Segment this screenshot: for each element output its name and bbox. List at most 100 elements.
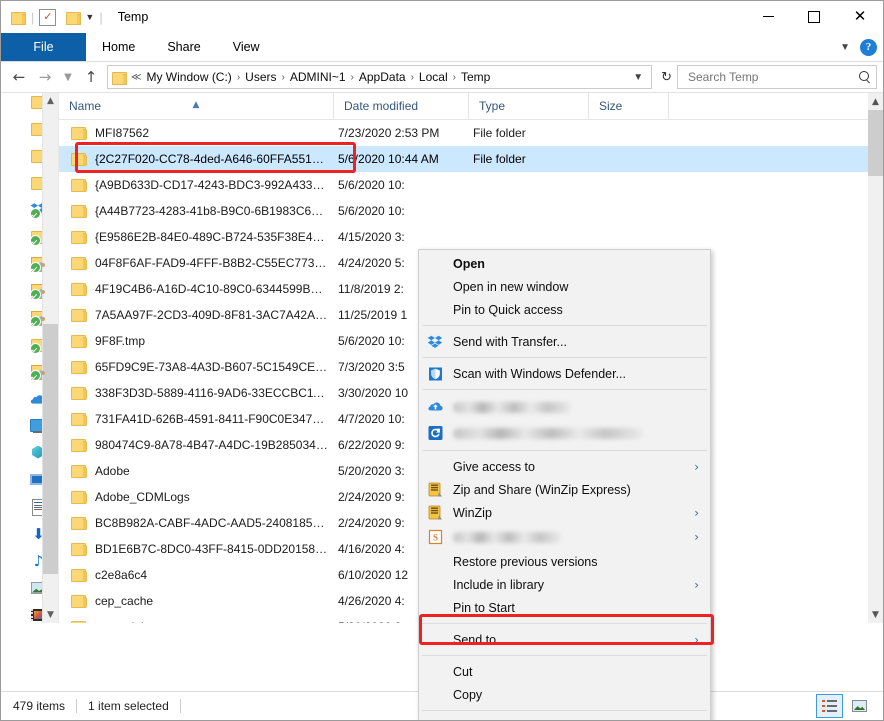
menu-item-send-with-transfer[interactable]: Send with Transfer...	[419, 330, 710, 353]
list-scroll-up-icon[interactable]: ▲	[868, 93, 883, 110]
sidebar-scroll-up-icon[interactable]: ▲	[43, 93, 58, 109]
breadcrumb-overflow-icon[interactable]: ≪	[130, 72, 142, 83]
table-row[interactable]: {E9586E2B-84E0-489C-B724-535F38E4F3D9} 4/…	[59, 224, 883, 250]
status-divider-2	[179, 699, 181, 713]
file-name: {2C27F020-CC78-4ded-A646-60FFA55188...	[95, 152, 334, 166]
refresh-button[interactable]: ↻	[658, 70, 675, 85]
menu-item-redacted-1[interactable]	[419, 394, 710, 420]
menu-item-redacted-2[interactable]	[419, 420, 710, 446]
menu-item-pin-to-quick-access[interactable]: Pin to Quick access	[419, 298, 710, 321]
search-icon[interactable]	[859, 70, 872, 84]
menu-item-winzip[interactable]: WinZip ›	[419, 501, 710, 524]
table-row[interactable]: {A44B7723-4283-41b8-B9C0-6B1983C613... 5/…	[59, 198, 883, 224]
sidebar-item-3[interactable]	[1, 169, 46, 196]
sidebar-item-1[interactable]	[1, 115, 46, 142]
column-header-date-modified[interactable]: Date modified	[334, 93, 469, 119]
sidebar-item-dropbox[interactable]: D	[1, 196, 58, 223]
sidebar-item-10[interactable]	[1, 358, 48, 385]
cloud-upload-icon	[427, 399, 444, 416]
column-header-type[interactable]: Type	[469, 93, 589, 119]
tab-view[interactable]: View	[217, 33, 276, 61]
new-folder-icon[interactable]	[66, 11, 82, 25]
column-header-name[interactable]: ▲ Name	[59, 93, 334, 119]
menu-item-include-in-library[interactable]: Include in library ›	[419, 573, 710, 596]
menu-item-label: WinZip	[453, 505, 492, 520]
column-header-size[interactable]: Size	[589, 93, 669, 119]
sidebar-scroll-thumb[interactable]	[43, 109, 58, 324]
sidebar-item-videos[interactable]	[1, 601, 46, 623]
back-button[interactable]: ←	[7, 65, 31, 89]
file-name: 731FA41D-626B-4591-8411-F90C0E3476E4	[95, 412, 334, 426]
sidebar-scroll-thumb-active[interactable]	[43, 324, 58, 574]
sidebar-item-7[interactable]	[1, 277, 48, 304]
menu-item-send-to[interactable]: Send to ›	[419, 628, 710, 651]
breadcrumb-item-1[interactable]: Users	[241, 70, 280, 84]
sidebar-item-0[interactable]	[1, 93, 46, 115]
file-name: 04F8F6AF-FAD9-4FFF-B8B2-C55EC773F018	[95, 256, 334, 270]
menu-item-give-access-to[interactable]: Give access to ›	[419, 455, 710, 478]
table-row[interactable]: {A9BD633D-CD17-4243-BDC3-992A43333... 5/6…	[59, 172, 883, 198]
sidebar-item-3d-objects[interactable]	[1, 439, 43, 466]
sidebar-item-8[interactable]	[1, 304, 48, 331]
properties-icon[interactable]: ✓	[39, 8, 57, 26]
up-button[interactable]: ↑	[79, 65, 103, 89]
context-menu[interactable]: Open Open in new window Pin to Quick acc…	[418, 249, 711, 721]
menu-item-zip-and-share[interactable]: Zip and Share (WinZip Express)	[419, 478, 710, 501]
tab-share[interactable]: Share	[151, 33, 216, 61]
details-view-button[interactable]	[816, 694, 843, 718]
maximize-button[interactable]	[791, 1, 837, 32]
table-row-selected[interactable]: {2C27F020-CC78-4ded-A646-60FFA55188... 5/…	[59, 146, 883, 172]
sidebar-item-this-pc[interactable]: T	[1, 412, 58, 439]
sidebar-scrollbar[interactable]: ▲ ▼	[42, 93, 58, 623]
menu-item-open-in-new-window[interactable]: Open in new window	[419, 275, 710, 298]
search-input[interactable]	[686, 69, 857, 85]
breadcrumb-item-5[interactable]: Temp	[457, 70, 494, 84]
menu-item-restore-previous-versions[interactable]: Restore previous versions	[419, 550, 710, 573]
sidebar-item-pictures[interactable]	[1, 574, 46, 601]
sidebar-item-5[interactable]	[1, 223, 46, 250]
breadcrumb-item-2[interactable]: ADMINI~1	[286, 70, 350, 84]
menu-item-cut[interactable]: Cut	[419, 660, 710, 683]
column-headers: ▲ Name Date modified Type Size	[59, 93, 883, 120]
customize-qat-caret-icon[interactable]: ▼	[85, 12, 94, 22]
sidebar-item-6[interactable]	[1, 250, 48, 277]
sync-check-badge-icon	[30, 261, 41, 273]
list-scroll-thumb[interactable]	[868, 110, 883, 176]
menu-item-pin-to-start[interactable]: Pin to Start	[419, 596, 710, 619]
address-bar[interactable]: ≪ My Window (C:) › Users › ADMINI~1 › Ap…	[107, 65, 653, 89]
forward-button[interactable]: →	[33, 65, 57, 89]
large-icons-view-button[interactable]	[846, 694, 873, 718]
search-box[interactable]	[677, 65, 877, 89]
minimize-button[interactable]	[745, 1, 791, 32]
breadcrumb-item-0[interactable]: My Window (C:)	[142, 70, 235, 84]
breadcrumb-item-4[interactable]: Local	[415, 70, 452, 84]
menu-item-redacted-3[interactable]: S ›	[419, 524, 710, 550]
menu-item-open[interactable]: Open	[419, 252, 710, 275]
close-button[interactable]: ✕	[837, 1, 883, 32]
menu-item-create-shortcut[interactable]: Create shortcut	[419, 715, 710, 721]
file-name: MFI87562	[95, 126, 150, 140]
sidebar-item-downloads[interactable]: ⬇	[1, 520, 45, 547]
ribbon-right-controls: ▼ ?	[840, 33, 877, 61]
breadcrumb-item-3[interactable]: AppData	[355, 70, 410, 84]
recent-locations-button[interactable]: ▼	[59, 65, 77, 89]
chevron-right-icon: ›	[694, 459, 699, 474]
tab-home[interactable]: Home	[86, 33, 151, 61]
menu-item-copy[interactable]: Copy	[419, 683, 710, 706]
table-row[interactable]: MFI87562 7/23/2020 2:53 PM File folder	[59, 120, 883, 146]
file-list-scrollbar[interactable]: ▲ ▼	[868, 93, 883, 623]
sidebar-item-9[interactable]	[1, 331, 46, 358]
sidebar-item-onedrive[interactable]: O	[1, 385, 58, 412]
list-scroll-down-icon[interactable]: ▼	[868, 606, 883, 623]
navigation-pane[interactable]: D O T ⬇ ♪	[1, 93, 59, 623]
sidebar-scroll-down-icon[interactable]: ▼	[43, 607, 58, 623]
address-dropdown-chevron-down-icon[interactable]: ▼	[627, 72, 649, 83]
menu-item-scan-with-windows-defender[interactable]: Scan with Windows Defender...	[419, 362, 710, 385]
expand-ribbon-chevron-down-icon[interactable]: ▼	[840, 42, 850, 53]
tab-file[interactable]: File	[1, 33, 86, 61]
help-icon[interactable]: ?	[860, 38, 877, 56]
sidebar-item-music[interactable]: ♪	[1, 547, 44, 574]
sidebar-item-desktop[interactable]	[1, 466, 46, 493]
sidebar-item-2[interactable]	[1, 142, 46, 169]
sidebar-item-documents[interactable]	[1, 493, 46, 520]
